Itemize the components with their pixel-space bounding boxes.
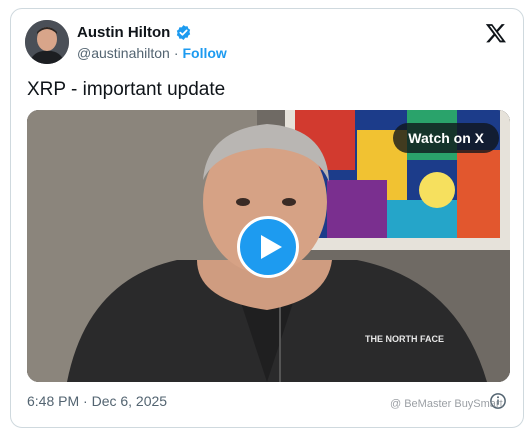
tweet-timestamp[interactable]: 6:48 PM · Dec 6, 2025 (27, 393, 167, 409)
avatar-photo (25, 20, 69, 64)
play-button[interactable] (237, 216, 299, 278)
x-logo-icon[interactable] (485, 22, 507, 44)
follow-button[interactable]: Follow (183, 45, 227, 61)
tweet-embed-card[interactable]: Austin Hilton @austinahilton · Follow XR… (10, 8, 524, 428)
video-player[interactable]: THE NORTH FACE Watch on X (27, 110, 510, 382)
watch-on-x-button[interactable]: Watch on X (393, 123, 499, 153)
watermark: @ BeMaster BuySmart (390, 398, 503, 410)
author-name[interactable]: Austin Hilton (77, 24, 170, 41)
play-icon (261, 235, 282, 259)
separator-dot: · (173, 45, 179, 61)
avatar[interactable] (25, 20, 69, 64)
svg-text:THE NORTH FACE: THE NORTH FACE (365, 334, 444, 344)
verified-badge-icon (177, 25, 191, 40)
tweet-text: XRP - important update (27, 79, 226, 100)
author-handle[interactable]: @austinahilton (77, 45, 170, 61)
